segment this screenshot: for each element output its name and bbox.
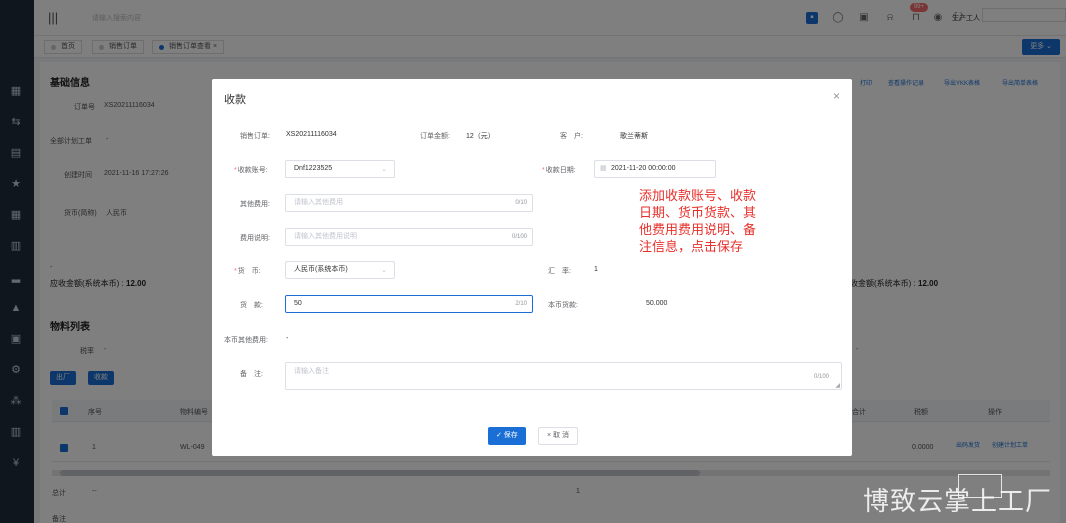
order-amount-value: 12（元）: [466, 133, 495, 140]
cancel-button[interactable]: × 取 消: [538, 427, 578, 445]
other-fee-input[interactable]: 请输入其他费用 0/10: [285, 194, 533, 212]
fee-desc-count: 0/100: [511, 234, 527, 240]
calendar-icon: ▦: [600, 165, 607, 172]
remark-textarea[interactable]: 请输入备注 0/100 ◢: [285, 362, 842, 390]
exchange-rate-value: 1: [594, 266, 598, 273]
payment-count: 2/10: [515, 301, 527, 307]
date-label: *收款日期:: [542, 167, 576, 174]
account-label: *收款账号:: [234, 167, 268, 174]
payment-input[interactable]: 50 2/10: [285, 295, 533, 313]
watermark-text: 博致云掌上工厂: [862, 487, 1052, 517]
fee-desc-label: 费用说明:: [240, 235, 270, 242]
chevron-down-icon: ⌄: [381, 166, 387, 173]
account-select[interactable]: Dnf1223525 ⌄: [285, 160, 395, 178]
currency-select[interactable]: 人民币(系统本币) ⌄: [285, 261, 395, 279]
save-button[interactable]: ✓ 保存: [488, 427, 526, 445]
sales-order-label: 销售订单:: [240, 133, 270, 140]
close-icon[interactable]: ×: [833, 89, 840, 103]
order-amount-label: 订单金额:: [420, 133, 450, 140]
currency-label: *货 币:: [234, 268, 261, 275]
sales-order-value: XS20211116034: [286, 131, 337, 138]
payment-dialog: 收款 × 销售订单: XS20211116034 订单金额: 12（元） 客 户…: [212, 79, 852, 456]
other-fee-count: 0/10: [515, 200, 527, 206]
customer-value: 歌兰蒂斯: [620, 133, 648, 140]
local-other-fee-label: 本币其他费用:: [224, 337, 268, 344]
date-picker[interactable]: ▦ 2021-11-20 00:00:00: [594, 160, 716, 178]
fee-desc-input[interactable]: 请输入其他费用说明 0/100: [285, 228, 533, 246]
resize-handle-icon[interactable]: ◢: [835, 382, 840, 389]
local-payment-value: 50.000: [646, 300, 668, 307]
exchange-rate-label: 汇 率:: [548, 268, 571, 275]
chevron-down-icon: ⌄: [381, 267, 387, 274]
dialog-title: 收款: [224, 94, 246, 106]
remark-count: 0/100: [813, 374, 829, 380]
other-fee-label: 其他费用:: [240, 201, 270, 208]
payment-label: 货 款:: [240, 302, 263, 309]
local-payment-label: 本币货款:: [548, 302, 578, 309]
remark-label: 备 注:: [240, 371, 263, 378]
instruction-annotation: 添加收款账号、收款日期、货币货款、其他费用费用说明、备注信息，点击保存: [639, 188, 757, 254]
local-other-fee-value: -: [286, 335, 289, 342]
customer-label: 客 户:: [560, 133, 583, 140]
